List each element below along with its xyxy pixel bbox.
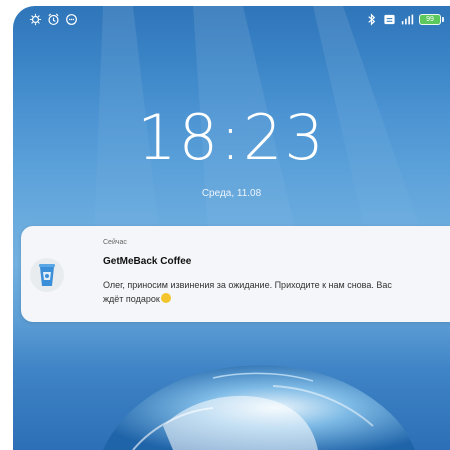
- notification-message: Олег, приносим извинения за ожидание. Пр…: [103, 280, 392, 304]
- notification-card[interactable]: [21, 226, 450, 322]
- data-transfer-icon: [384, 14, 395, 25]
- settings-gear-icon: [29, 13, 42, 26]
- notification-time: Сейчас: [103, 239, 127, 246]
- battery-icon: 99: [419, 14, 441, 25]
- app-icon: [30, 258, 64, 292]
- signal-icon: [401, 14, 414, 25]
- status-left-icons: [29, 13, 78, 26]
- message-icon: [66, 14, 77, 25]
- battery-level: 99: [426, 16, 434, 23]
- battery-tip: [442, 17, 444, 22]
- notification-title: GetMeBack Coffee: [103, 256, 192, 267]
- alarm-icon: [48, 13, 59, 26]
- bluetooth-icon: [368, 13, 376, 26]
- coffee-cup-icon: [39, 264, 55, 286]
- lock-screen-clock: 18:23: [137, 101, 326, 174]
- lock-screen-date: Среда, 11.08: [201, 188, 262, 199]
- status-right-icons: 99: [365, 13, 444, 26]
- status-bar: 99: [13, 6, 450, 36]
- smiling-face-icon: [160, 293, 171, 303]
- notification-body: Олег, приносим извинения за ожидание. Пр…: [103, 278, 403, 306]
